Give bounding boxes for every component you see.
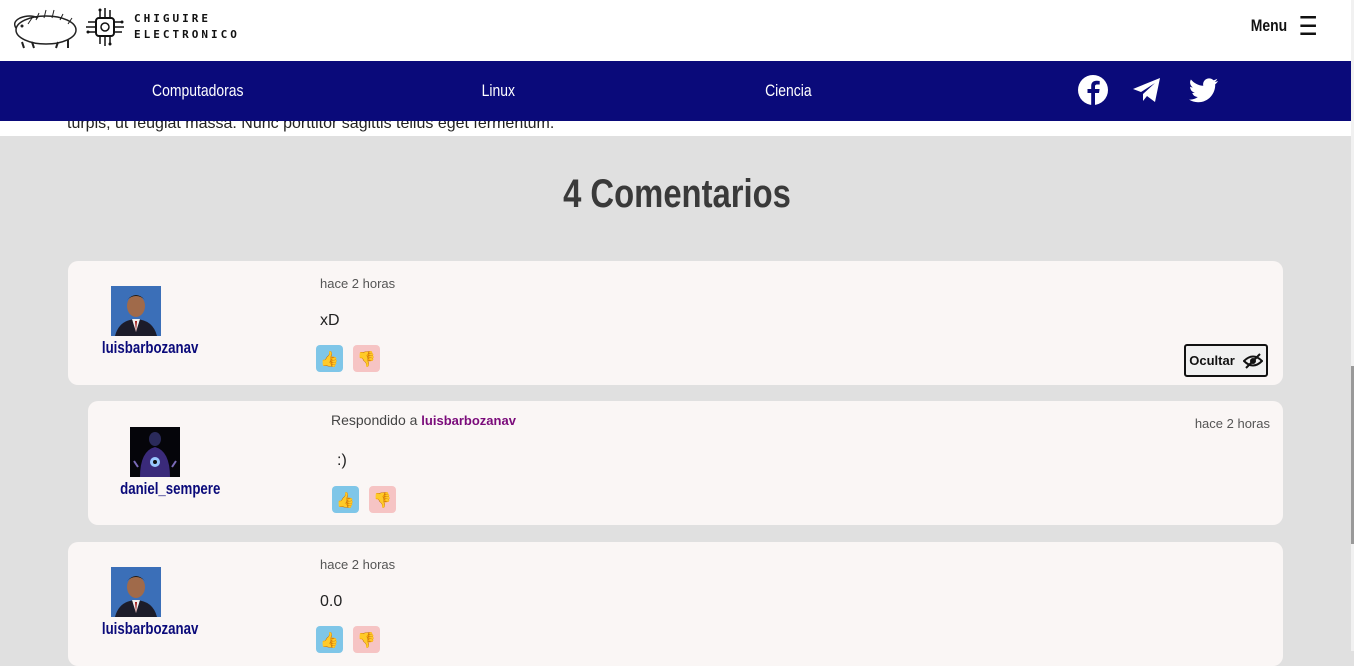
thumbs-up-icon: 👍	[320, 350, 339, 368]
eye-slash-icon	[1242, 352, 1263, 369]
circuit-chip-icon	[86, 8, 124, 46]
logo-line-2: ELECTRONICO	[134, 28, 240, 41]
hide-label: Ocultar	[1189, 353, 1235, 368]
like-button[interactable]: 👍	[332, 486, 359, 513]
comment-username[interactable]: luisbarbozanav	[102, 619, 199, 639]
reply-context: Respondido a luisbarbozanav	[331, 412, 516, 428]
hamburger-icon: ☰	[1298, 11, 1318, 41]
nav-item-computadoras[interactable]: Computadoras	[152, 61, 243, 121]
hide-comment-button[interactable]: Ocultar	[1184, 344, 1268, 377]
reply-to-link[interactable]: luisbarbozanav	[421, 413, 516, 428]
logo-line-1: CHIGUIRE	[134, 12, 211, 25]
avatar[interactable]	[111, 567, 161, 617]
comment-text: 0.0	[320, 593, 343, 610]
dislike-button[interactable]: 👎	[353, 345, 380, 372]
comment-card: luisbarbozanav hace 2 horas 0.0 👍 👎	[68, 542, 1283, 666]
comment-username[interactable]: luisbarbozanav	[102, 338, 199, 358]
comments-title: 4 Comentarios	[563, 172, 791, 216]
thumbs-down-icon: 👎	[373, 491, 392, 509]
facebook-icon[interactable]	[1077, 74, 1109, 106]
reply-username[interactable]: daniel_sempere	[120, 479, 220, 499]
comment-card: luisbarbozanav hace 2 horas xD 👍 👎 Ocult…	[68, 261, 1283, 385]
dislike-button[interactable]: 👎	[369, 486, 396, 513]
reply-time: hace 2 horas	[1194, 416, 1270, 431]
avatar[interactable]	[111, 286, 161, 336]
reply-text: :)	[337, 452, 347, 469]
reply-prefix: Respondido a	[331, 412, 418, 428]
comment-time: hace 2 horas	[320, 557, 396, 572]
logo-text: CHIGUIRE ELECTRONICO	[134, 11, 240, 43]
menu-button[interactable]: Menu ☰	[1251, 11, 1318, 41]
like-button[interactable]: 👍	[316, 626, 343, 653]
nav-item-ciencia[interactable]: Ciencia	[765, 61, 811, 121]
avatar[interactable]	[130, 427, 180, 477]
nav-item-linux[interactable]: Linux	[482, 61, 515, 121]
thumbs-up-icon: 👍	[320, 631, 339, 649]
telegram-icon[interactable]	[1131, 74, 1163, 106]
comment-time: hace 2 horas	[320, 276, 396, 291]
twitter-icon[interactable]	[1188, 74, 1220, 106]
like-button[interactable]: 👍	[316, 345, 343, 372]
site-logo[interactable]: CHIGUIRE ELECTRONICO	[8, 4, 240, 50]
dislike-button[interactable]: 👎	[353, 626, 380, 653]
menu-label: Menu	[1251, 16, 1288, 35]
thumbs-down-icon: 👎	[357, 350, 376, 368]
article-text: turpis, ut feugiat massa. Nunc porttitor…	[67, 121, 555, 132]
comment-text: xD	[320, 312, 340, 329]
thumbs-down-icon: 👎	[357, 631, 376, 649]
capybara-logo-icon	[13, 9, 77, 49]
thumbs-up-icon: 👍	[336, 491, 355, 509]
main-navbar: Computadoras Linux Ciencia	[0, 61, 1351, 121]
reply-card: daniel_sempere Respondido a luisbarbozan…	[88, 401, 1283, 525]
top-header: CHIGUIRE ELECTRONICO Menu ☰	[0, 0, 1354, 61]
article-body-end: turpis, ut feugiat massa. Nunc porttitor…	[0, 121, 1351, 136]
